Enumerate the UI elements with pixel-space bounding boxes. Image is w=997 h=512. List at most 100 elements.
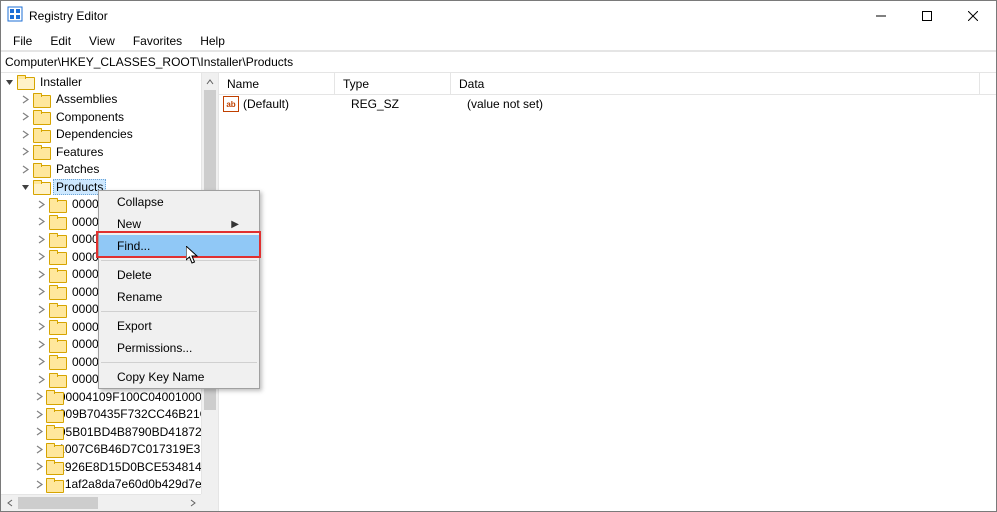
chevron-right-icon[interactable] (35, 233, 47, 245)
chevron-right-icon[interactable] (35, 198, 47, 210)
tree-label: Dependencies (53, 126, 136, 142)
tree-label: Assemblies (53, 91, 120, 107)
chevron-right-icon[interactable] (35, 268, 47, 280)
context-menu-item[interactable]: Rename (99, 286, 259, 308)
tree-label: Patches (53, 161, 102, 177)
chevron-right-icon[interactable] (35, 251, 47, 263)
value-type: REG_SZ (349, 97, 465, 111)
submenu-arrow-icon: ▶ (231, 219, 239, 230)
scroll-up-icon[interactable] (202, 73, 218, 90)
menu-item-label: Collapse (117, 195, 164, 209)
menu-item-label: Copy Key Name (117, 370, 204, 384)
folder-icon (49, 215, 65, 228)
chevron-right-icon[interactable] (35, 356, 47, 368)
chevron-right-icon[interactable] (35, 408, 44, 420)
tree-item[interactable]: Patches (1, 161, 218, 179)
tree-label: Installer (37, 74, 85, 90)
address-text: Computer\HKEY_CLASSES_ROOT\Installer\Pro… (5, 55, 293, 69)
menubar: File Edit View Favorites Help (1, 31, 996, 51)
chevron-right-icon[interactable] (35, 391, 44, 403)
menu-edit[interactable]: Edit (42, 32, 79, 50)
chevron-right-icon[interactable] (19, 128, 31, 140)
context-menu-item[interactable]: New▶ (99, 213, 259, 235)
scroll-left-icon[interactable] (1, 495, 18, 511)
close-button[interactable] (950, 1, 996, 30)
chevron-right-icon[interactable] (35, 216, 47, 228)
context-menu-item[interactable]: Find... (99, 235, 259, 257)
context-menu-item[interactable]: Delete (99, 264, 259, 286)
menu-separator (101, 311, 257, 312)
context-menu-item[interactable]: Permissions... (99, 337, 259, 359)
chevron-right-icon[interactable] (35, 286, 47, 298)
tree-label: Features (53, 144, 106, 160)
titlebar: Registry Editor (1, 1, 996, 31)
scroll-right-icon[interactable] (184, 495, 201, 511)
folder-icon (33, 180, 49, 193)
tree-item[interactable]: 009B70435F732CC46B21C5 (1, 406, 218, 424)
chevron-down-icon[interactable] (3, 76, 15, 88)
folder-icon (46, 478, 58, 491)
column-data[interactable]: Data (451, 73, 980, 94)
tree-item[interactable]: Assemblies (1, 91, 218, 109)
folder-icon (46, 390, 52, 403)
tree-label: 05B01BD4B8790BD4187297 (56, 424, 218, 440)
menu-separator (101, 362, 257, 363)
chevron-right-icon[interactable] (35, 478, 44, 490)
menu-help[interactable]: Help (192, 32, 233, 50)
menu-item-label: Rename (117, 290, 162, 304)
tree-item[interactable]: Components (1, 108, 218, 126)
tree-label: 009B70435F732CC46B21C5 (56, 406, 218, 422)
chevron-right-icon[interactable] (35, 338, 47, 350)
menu-view[interactable]: View (81, 32, 123, 50)
tree-item[interactable]: 1af2a8da7e60d0b429d7e64 (1, 476, 218, 494)
folder-icon (17, 75, 33, 88)
context-menu[interactable]: Collapse New▶ Find... Delete Rename Export Per… (98, 190, 260, 389)
menu-file[interactable]: File (5, 32, 40, 50)
folder-icon (33, 110, 49, 123)
chevron-right-icon[interactable] (35, 303, 47, 315)
chevron-down-icon[interactable] (19, 181, 31, 193)
tree-horizontal-scrollbar[interactable] (1, 494, 201, 511)
tree-item[interactable]: Dependencies (1, 126, 218, 144)
maximize-button[interactable] (904, 1, 950, 30)
chevron-right-icon[interactable] (19, 163, 31, 175)
chevron-right-icon[interactable] (35, 426, 44, 438)
chevron-right-icon[interactable] (35, 321, 47, 333)
tree-label: 1af2a8da7e60d0b429d7e64 (62, 476, 218, 492)
tree-item[interactable]: 00004109F100C0400100000 (1, 388, 218, 406)
chevron-right-icon[interactable] (35, 373, 47, 385)
tree-item[interactable]: 1007C6B46D7C017319E3B5 (1, 441, 218, 459)
folder-icon (46, 425, 52, 438)
menu-favorites[interactable]: Favorites (125, 32, 190, 50)
context-menu-item[interactable]: Collapse (99, 191, 259, 213)
folder-icon (49, 285, 65, 298)
folder-icon (33, 145, 49, 158)
menu-item-label: Find... (117, 239, 150, 253)
tree-item[interactable]: 1926E8D15D0BCE53481466 (1, 458, 218, 476)
list-row[interactable]: ab (Default) REG_SZ (value not set) (219, 95, 996, 113)
tree-item[interactable]: Features (1, 143, 218, 161)
column-type[interactable]: Type (335, 73, 451, 94)
folder-icon (46, 408, 52, 421)
tree-label: Components (53, 109, 127, 125)
minimize-button[interactable] (858, 1, 904, 30)
scroll-thumb[interactable] (18, 497, 98, 509)
menu-item-label: Export (117, 319, 152, 333)
column-name[interactable]: Name (219, 73, 335, 94)
chevron-right-icon[interactable] (19, 146, 31, 158)
tree-item-installer[interactable]: Installer (1, 73, 218, 91)
folder-icon (49, 320, 65, 333)
list-header: Name Type Data (219, 73, 996, 95)
folder-icon (33, 163, 49, 176)
menu-item-label: Delete (117, 268, 152, 282)
chevron-right-icon[interactable] (19, 111, 31, 123)
address-bar[interactable]: Computer\HKEY_CLASSES_ROOT\Installer\Pro… (1, 51, 996, 73)
chevron-right-icon[interactable] (19, 93, 31, 105)
chevron-right-icon[interactable] (35, 443, 44, 455)
chevron-right-icon[interactable] (35, 461, 44, 473)
context-menu-item[interactable]: Export (99, 315, 259, 337)
context-menu-item[interactable]: Copy Key Name (99, 366, 259, 388)
tree-item[interactable]: 05B01BD4B8790BD4187297 (1, 423, 218, 441)
tree-label: 1007C6B46D7C017319E3B5 (55, 441, 218, 457)
window-title: Registry Editor (29, 9, 108, 23)
